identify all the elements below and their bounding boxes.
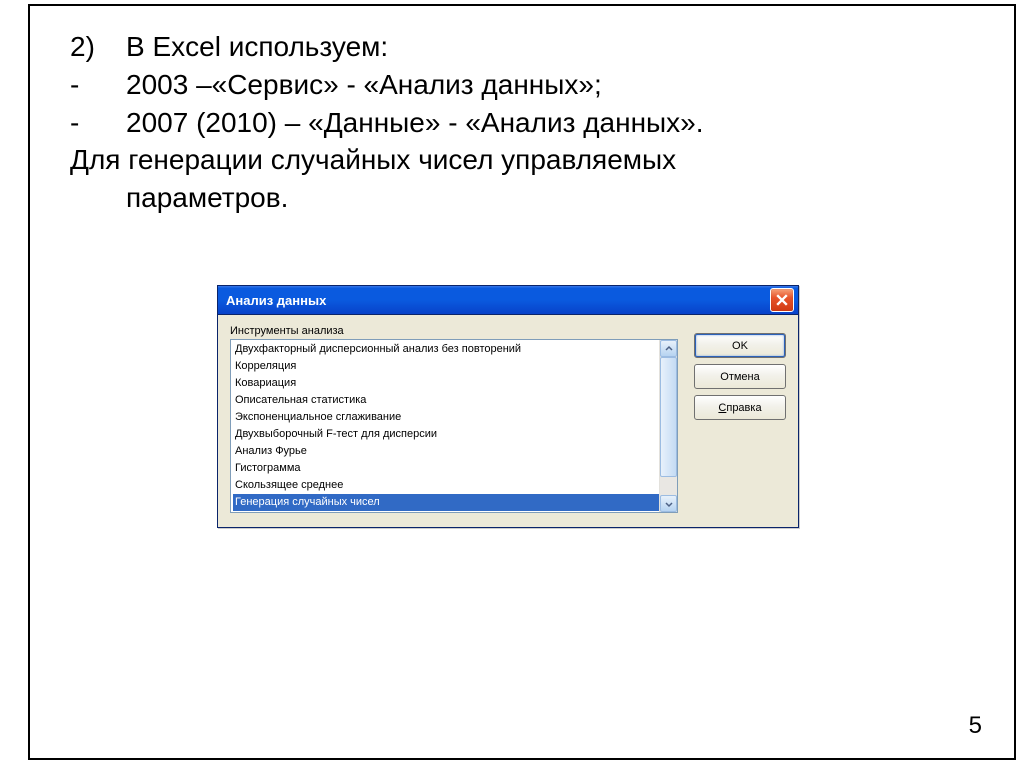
list-item[interactable]: Экспоненциальное сглаживание <box>233 409 659 426</box>
list-item-selected[interactable]: Генерация случайных чисел <box>233 494 659 511</box>
page-number: 5 <box>969 712 982 740</box>
tools-listbox[interactable]: Двухфакторный дисперсионный анализ без п… <box>230 339 678 513</box>
dialog-title: Анализ данных <box>226 293 326 308</box>
list-item[interactable]: Ковариация <box>233 375 659 392</box>
group-label: Инструменты анализа <box>230 325 678 337</box>
scroll-down-button[interactable] <box>660 495 677 512</box>
list-item[interactable]: Корреляция <box>233 358 659 375</box>
dialog-buttons: OK Отмена Справка <box>694 325 786 513</box>
slide-text: 2) В Excel используем: - 2003 –«Сервис» … <box>70 28 964 217</box>
list-item[interactable]: Двухфакторный дисперсионный анализ без п… <box>233 341 659 358</box>
list-item[interactable]: Скользящее среднее <box>233 477 659 494</box>
text-line-2: 2003 –«Сервис» - «Анализ данных»; <box>126 66 602 104</box>
cancel-button-label: Отмена <box>720 371 759 383</box>
close-icon <box>776 294 788 306</box>
text-line-1: В Excel используем: <box>126 28 388 66</box>
list-item[interactable]: Гистограмма <box>233 460 659 477</box>
scrollbar[interactable] <box>659 340 677 512</box>
bullet-dash: - <box>70 66 126 104</box>
chevron-up-icon <box>665 345 673 353</box>
list-item[interactable]: Двухвыборочный F-тест для дисперсии <box>233 426 659 443</box>
ok-button-label: OK <box>732 340 748 352</box>
titlebar[interactable]: Анализ данных <box>218 286 798 315</box>
cancel-button[interactable]: Отмена <box>694 364 786 389</box>
bullet-dash: - <box>70 104 126 142</box>
dialog-body: Инструменты анализа Двухфакторный диспер… <box>218 315 798 527</box>
scroll-track[interactable] <box>660 357 677 495</box>
list-items: Двухфакторный дисперсионный анализ без п… <box>231 340 659 512</box>
data-analysis-dialog: Анализ данных Инструменты анализа Двухфа… <box>217 285 799 528</box>
scroll-up-button[interactable] <box>660 340 677 357</box>
list-item[interactable]: Описательная статистика <box>233 392 659 409</box>
list-item[interactable]: Анализ Фурье <box>233 443 659 460</box>
list-number: 2) <box>70 28 126 66</box>
scroll-thumb[interactable] <box>660 357 677 477</box>
text-line-3: 2007 (2010) – «Данные» - «Анализ данных»… <box>126 104 704 142</box>
text-line-4: Для генерации случайных чисел управляемы… <box>70 141 964 179</box>
help-button-label: Справка <box>718 402 761 414</box>
chevron-down-icon <box>665 500 673 508</box>
text-line-5: параметров. <box>70 179 964 217</box>
close-button[interactable] <box>770 288 794 312</box>
help-button[interactable]: Справка <box>694 395 786 420</box>
ok-button[interactable]: OK <box>694 333 786 358</box>
list-group: Инструменты анализа Двухфакторный диспер… <box>230 325 678 513</box>
